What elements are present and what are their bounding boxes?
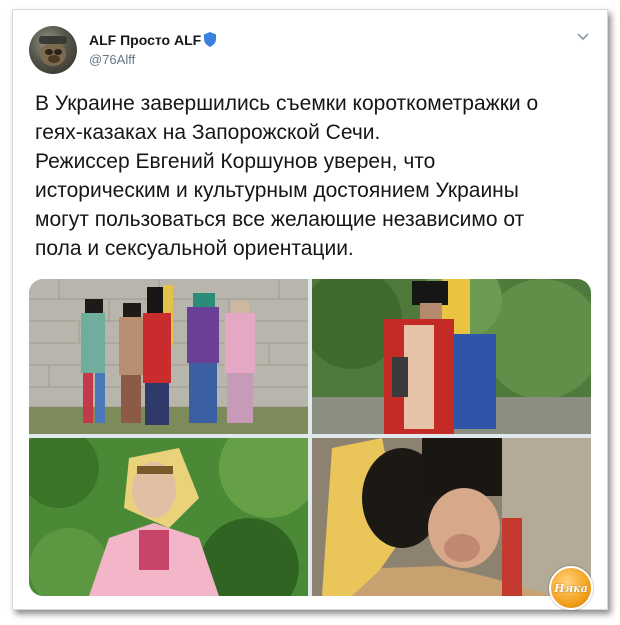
media-photo-pink[interactable]	[29, 438, 308, 596]
tweet-text-line: могут пользоваться все желающие независи…	[35, 208, 525, 231]
media-grid	[29, 279, 591, 596]
tweet-text-line: пола и сексуальной ориентации.	[35, 237, 354, 260]
tweet-text-line: В Украине завершились съемки короткометр…	[35, 92, 539, 115]
author-name[interactable]: ALF Просто ALF	[89, 32, 201, 48]
author-handle[interactable]: @76Alff	[89, 52, 135, 67]
shield-icon	[204, 32, 216, 47]
media-photo-cossack-flag[interactable]	[312, 279, 591, 434]
tweet-card: ALF Просто ALF @76Alff В Украине заверши…	[12, 9, 608, 610]
tweet-text-line: историческим и культурным достоянием Укр…	[35, 179, 519, 202]
tweet-text: В Украине завершились съемки короткометр…	[35, 89, 595, 263]
media-photo-closeup[interactable]	[312, 438, 591, 596]
watermark-text: Няка	[554, 581, 588, 595]
watermark-logo: Няка	[549, 566, 593, 610]
avatar[interactable]	[29, 26, 77, 74]
tweet-text-line: Режиссер Евгений Коршунов уверен, что	[35, 150, 436, 173]
media-photo-group[interactable]	[29, 279, 308, 434]
tweet-text-line: геях-казаках на Запорожской Сечи.	[35, 121, 381, 144]
chevron-down-icon[interactable]	[576, 32, 590, 42]
